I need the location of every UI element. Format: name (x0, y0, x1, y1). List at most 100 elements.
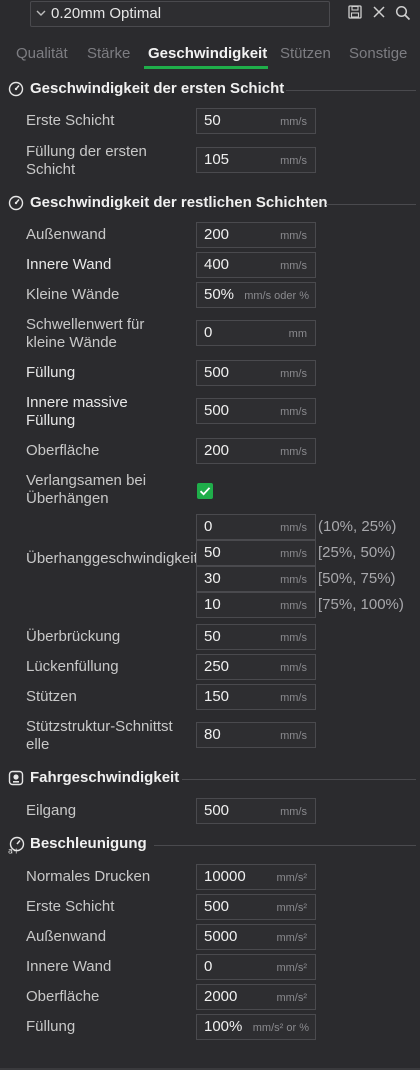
tab-stuetzen[interactable]: Stützen (280, 45, 331, 62)
overhang-speed-field-4[interactable]: 10 mm/s (196, 592, 316, 618)
field-value: 200 (204, 226, 230, 243)
first-layer-speed-field[interactable]: 50 mm/s (196, 108, 316, 134)
section-divider (182, 779, 416, 780)
small-walls-speed-field[interactable]: 50% mm/s oder % (196, 282, 316, 308)
field-value: 500 (204, 802, 230, 819)
field-unit: mm/s (280, 806, 307, 818)
section-title: Geschwindigkeit der ersten Schicht (30, 80, 285, 97)
checkmark-icon (199, 487, 211, 496)
first-layer-infill-speed-field[interactable]: 105 mm/s (196, 147, 316, 173)
field-value: 50 (204, 628, 221, 645)
field-unit: mm/s oder % (244, 290, 309, 302)
label-small-walls: Kleine Wände (26, 286, 120, 303)
section-divider (286, 90, 416, 91)
section-first-layer-speed: Geschwindigkeit der ersten Schicht (8, 78, 416, 102)
field-value: 50 (204, 112, 221, 129)
internal-solid-infill-speed-field[interactable]: 500 mm/s (196, 398, 316, 424)
outer-wall-speed-field[interactable]: 200 mm/s (196, 222, 316, 248)
label-accel-inner-wall: Innere Wand (26, 958, 112, 975)
top-surface-speed-field[interactable]: 200 mm/s (196, 438, 316, 464)
label-accel-first-layer: Erste Schicht (26, 898, 115, 915)
field-value: 400 (204, 256, 230, 273)
save-icon[interactable] (348, 5, 362, 23)
label-accel-outer-wall: Außenwand (26, 928, 107, 945)
field-value: 105 (204, 151, 230, 168)
label-first-layer-infill: Füllung der ersten Schicht (26, 143, 147, 178)
first-layer-acceleration-field[interactable]: 500 mm/s² (196, 894, 316, 920)
section-title: Beschleunigung (30, 835, 147, 852)
field-value: 5000 (204, 928, 238, 945)
label-outer-wall: Außenwand (26, 226, 107, 243)
field-value: 0 (204, 324, 213, 341)
overhang-range-4: [75%, 100%) (318, 596, 404, 613)
tab-staerke[interactable]: Stärke (87, 45, 130, 62)
overhang-range-2: [25%, 50%) (318, 544, 396, 561)
top-surface-acceleration-field[interactable]: 2000 mm/s² (196, 984, 316, 1010)
label-normal-printing: Normales Drucken (26, 868, 151, 885)
infill-speed-field[interactable]: 500 mm/s (196, 360, 316, 386)
acceleration-icon: a+ (8, 836, 26, 858)
field-value: 500 (204, 898, 230, 915)
field-unit: mm/s (280, 548, 307, 560)
section-title: Geschwindigkeit der restlichen Schichten (30, 194, 328, 211)
field-value: 30 (204, 570, 221, 587)
field-value: 2000 (204, 988, 238, 1005)
travel-speed-icon (8, 770, 24, 790)
top-bar: 0.20mm Optimal (0, 0, 420, 36)
search-icon[interactable] (395, 5, 411, 25)
field-value: 10 (204, 596, 221, 613)
overhang-speed-field-1[interactable]: 0 mm/s (196, 514, 316, 540)
field-unit: mm/s² (276, 992, 307, 1004)
label-small-wall-threshold: Schwellenwert für kleine Wände (26, 316, 145, 351)
svg-text:a+: a+ (8, 847, 20, 855)
tab-bar: Qualität Stärke Geschwindigkeit Stützen … (0, 36, 420, 70)
travel-speed-field[interactable]: 500 mm/s (196, 798, 316, 824)
field-unit: mm/s (280, 230, 307, 242)
overhang-range-1: (10%, 25%) (318, 518, 397, 535)
label-slow-down-overhangs: Verlangsamen bei Überhängen (26, 472, 147, 507)
section-other-layers-speed: Geschwindigkeit der restlichen Schichten (8, 192, 416, 216)
label-support: Stützen (26, 688, 77, 705)
inner-wall-speed-field[interactable]: 400 mm/s (196, 252, 316, 278)
field-unit: mm (288, 328, 307, 340)
support-speed-field[interactable]: 150 mm/s (196, 684, 316, 710)
label-accel-infill: Füllung (26, 1018, 76, 1035)
chevron-down-icon[interactable] (35, 6, 47, 23)
label-first-layer: Erste Schicht (26, 112, 115, 129)
field-unit: mm/s² or % (252, 1022, 309, 1034)
field-unit: mm/s² (276, 872, 307, 884)
bridge-speed-field[interactable]: 50 mm/s (196, 624, 316, 650)
field-unit: mm/s² (276, 962, 307, 974)
field-value: 50% (204, 286, 235, 303)
small-wall-threshold-field[interactable]: 0 mm (196, 320, 316, 346)
support-interface-speed-field[interactable]: 80 mm/s (196, 722, 316, 748)
close-icon[interactable] (372, 5, 386, 23)
tab-qualitaet[interactable]: Qualität (16, 45, 68, 62)
section-divider (154, 845, 416, 846)
field-value: 10000 (204, 868, 246, 885)
preset-name: 0.20mm Optimal (51, 5, 162, 22)
inner-wall-acceleration-field[interactable]: 0 mm/s² (196, 954, 316, 980)
outer-wall-acceleration-field[interactable]: 5000 mm/s² (196, 924, 316, 950)
section-acceleration: a+ Beschleunigung (8, 833, 416, 857)
label-gap-infill: Lückenfüllung (26, 658, 119, 675)
field-unit: mm/s (280, 574, 307, 586)
gap-infill-speed-field[interactable]: 250 mm/s (196, 654, 316, 680)
field-value: 50 (204, 544, 221, 561)
field-unit: mm/s (280, 446, 307, 458)
tab-sonstige[interactable]: Sonstige (349, 45, 407, 62)
infill-acceleration-field[interactable]: 100% mm/s² or % (196, 1014, 316, 1040)
label-bridge: Überbrückung (26, 628, 121, 645)
normal-printing-acceleration-field[interactable]: 10000 mm/s² (196, 864, 316, 890)
tab-geschwindigkeit[interactable]: Geschwindigkeit (148, 45, 267, 62)
section-travel-speed: Fahrgeschwindigkeit (8, 767, 416, 791)
field-unit: mm/s (280, 692, 307, 704)
slow-down-overhangs-checkbox[interactable] (197, 483, 213, 499)
field-value: 150 (204, 688, 230, 705)
speedometer-icon (8, 195, 24, 215)
field-unit: mm/s (280, 730, 307, 742)
overhang-speed-field-3[interactable]: 30 mm/s (196, 566, 316, 592)
overhang-speed-field-2[interactable]: 50 mm/s (196, 540, 316, 566)
field-unit: mm/s (280, 522, 307, 534)
preset-dropdown[interactable]: 0.20mm Optimal (30, 1, 330, 27)
